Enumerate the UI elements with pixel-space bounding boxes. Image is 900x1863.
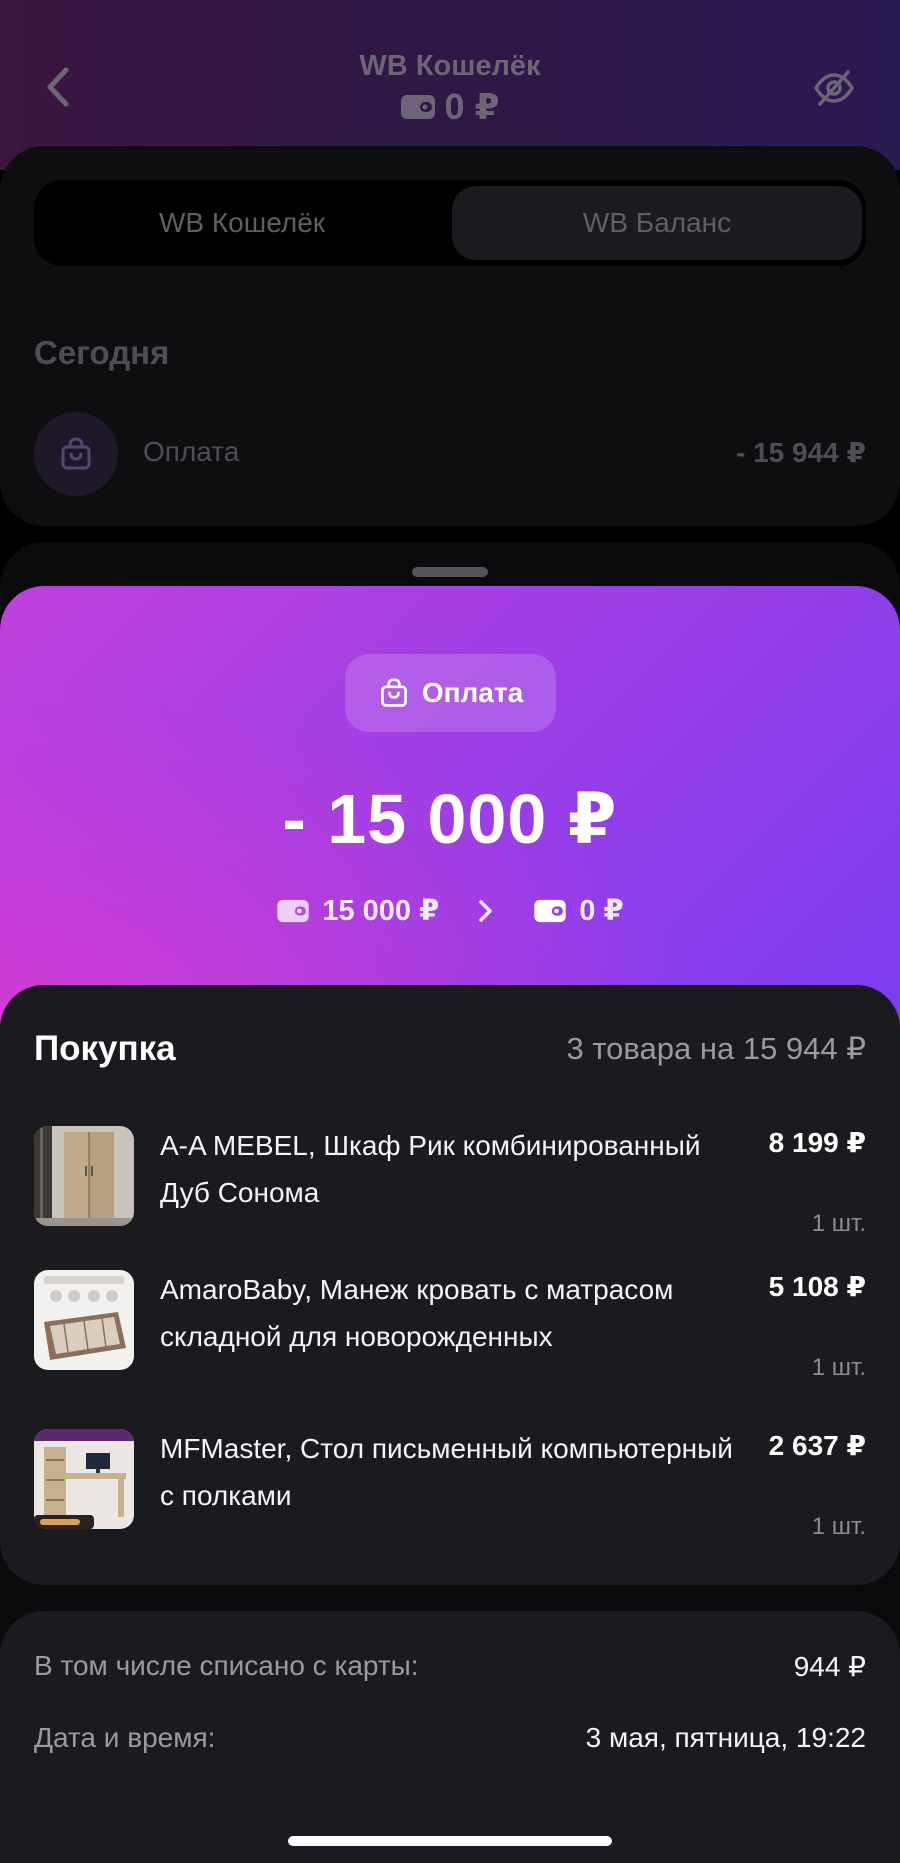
wallet-icon [277,899,310,922]
balance-flow: 15 000 ₽ 0 ₽ [0,893,900,928]
hide-balance-button[interactable] [812,66,856,110]
product-name: MFMaster, Стол письменный компьютерный с… [160,1433,733,1511]
transaction-type-label: Оплата [421,677,524,708]
datetime-value: 3 мая, пятница, 19:22 [585,1722,866,1753]
home-indicator [288,1836,612,1846]
wallet-balance-value: 0 ₽ [444,86,500,127]
product-price: 5 108 ₽ [768,1271,866,1302]
purchase-item[interactable]: AmaroBaby, Манеж кровать с матрасом скла… [0,1270,900,1410]
header-background [0,0,900,170]
product-image [34,1429,134,1529]
product-image [34,1126,134,1226]
wallet-tabs: WB Кошелёк WB Баланс [34,180,866,266]
card-charge-value: 944 ₽ [793,1651,866,1682]
balance-before: 15 000 ₽ [322,895,440,927]
sheet-grabber[interactable] [412,567,488,577]
product-price: 2 637 ₽ [768,1430,866,1461]
transaction-amount: - 15 944 ₽ [735,437,866,468]
purchase-summary: 3 товара на 15 944 ₽ [566,1031,866,1066]
balance-after: 0 ₽ [579,895,624,927]
section-title-today: Сегодня [34,334,170,371]
wallet-icon [401,95,436,119]
product-quantity: 1 шт. [811,1354,866,1381]
product-name: A-A MEBEL, Шкаф Рик комбинированный Дуб … [160,1130,701,1208]
eye-off-icon [813,70,855,106]
product-image [34,1270,134,1370]
purchase-item[interactable]: A-A MEBEL, Шкаф Рик комбинированный Дуб … [0,1126,900,1266]
page-title: WB Кошелёк [359,50,541,82]
tab-wb-balance[interactable]: WB Баланс [452,186,862,260]
transaction-type-badge: Оплата [345,654,556,732]
product-name: AmaroBaby, Манеж кровать с матрасом скла… [160,1274,674,1352]
shopping-bag-icon [380,678,407,707]
shopping-bag-icon [61,437,91,470]
tab-wb-wallet[interactable]: WB Кошелёк [34,180,450,266]
datetime-label: Дата и время: [34,1722,216,1753]
wallet-icon [534,899,566,922]
wallet-balance: 0 ₽ [0,86,900,128]
product-quantity: 1 шт. [811,1210,866,1237]
card-charge-label: В том числе списано с карты: [34,1650,419,1681]
chevron-right-icon [479,899,493,922]
product-price: 8 199 ₽ [768,1127,866,1158]
product-quantity: 1 шт. [811,1513,866,1540]
purchase-item[interactable]: MFMaster, Стол письменный компьютерный с… [0,1429,900,1569]
transaction-label[interactable]: Оплата [143,436,239,468]
payment-amount: - 15 000 ₽ [282,780,618,858]
transaction-icon [34,412,118,496]
purchase-title: Покупка [34,1029,176,1068]
